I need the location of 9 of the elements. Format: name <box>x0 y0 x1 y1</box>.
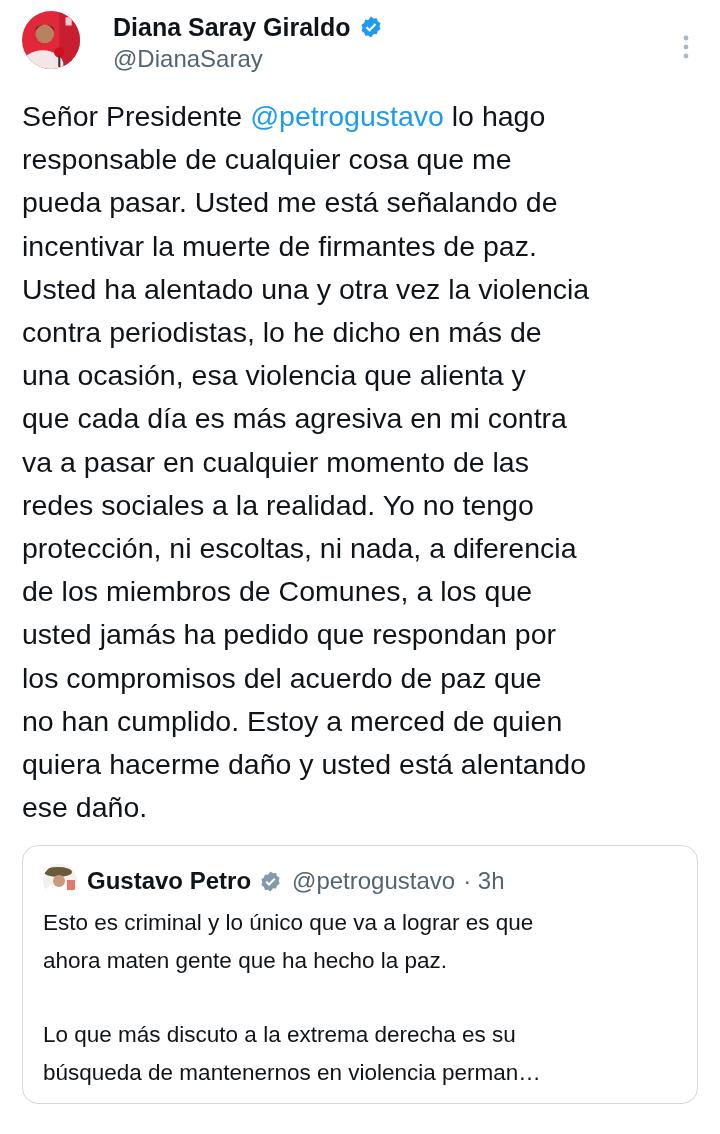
quoted-tweet-card[interactable] <box>22 845 698 1105</box>
quoted-author-name[interactable]: Gustavo Petro <box>87 865 252 898</box>
quoted-tweet-time: · 3h <box>463 866 505 897</box>
tweet-text: Señor Presidente @petrogustavo lo hago responsable de cualquier cosa que me pueda pasar. Usted me está señalando de incentivar la muerte de firmantes de paz. Usted ha alentado una y otra vez la violencia contra periodistas, lo he dicho en más de una ocasión, esa violencia que alienta y que cada día es más agresiva en mi contra va a pasar en cualquier momento de las redes sociales a la realidad. Yo no tengo protección, ni escoltas, ni nada, a diferencia de los miembros de Comunes, a los que usted jamás ha pedido que respondan por los compromisos del acuerdo de paz que no han cumplido. Estoy a merced de quien quiera hacerme daño y usted está alentando ese daño. <box>22 99 591 826</box>
quoted-author-handle[interactable]: @petrogustavo <box>292 865 456 898</box>
quoted-tweet-text: Lo que más discuto a la extrema derecha es su búsqueda de mantenernos en violencia perman… <box>43 1021 542 1087</box>
author-handle[interactable]: @DianaSaray <box>113 43 383 75</box>
quoted-tweet-text: Esto es criminal y lo único que va a lograr es que ahora maten gente que ha hecho la paz. <box>43 909 535 975</box>
author-name[interactable]: Diana Saray Giraldo <box>113 11 351 43</box>
